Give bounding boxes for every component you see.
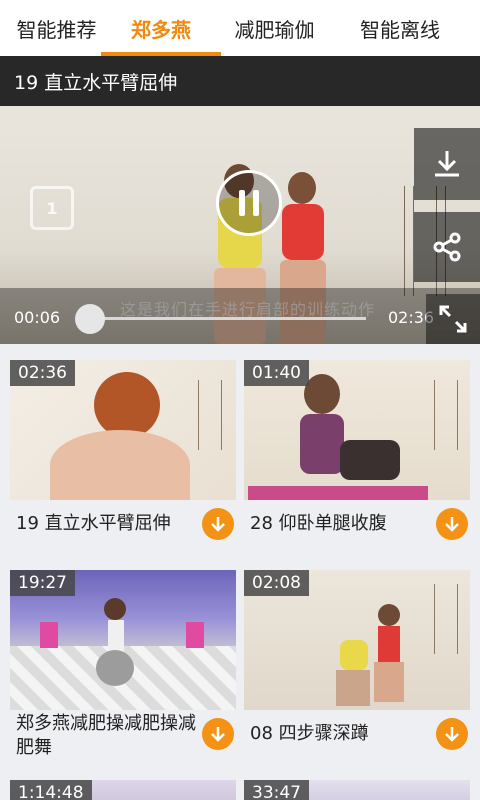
video-duration: 02:36 <box>10 360 75 386</box>
tab-recommend[interactable]: 智能推荐 <box>0 0 113 56</box>
video-thumbnail[interactable]: 1:14:48 <box>10 780 236 800</box>
download-icon[interactable] <box>436 508 468 540</box>
video-duration: 02:08 <box>244 570 309 596</box>
pause-bar <box>253 190 259 216</box>
video-duration: 01:40 <box>244 360 309 386</box>
video-title: 19 直立水平臂屈伸 <box>14 71 178 94</box>
video-title: 郑多燕减肥操减肥操减肥舞 <box>16 713 196 758</box>
tab-yoga[interactable]: 减肥瑜伽 <box>209 0 340 56</box>
video-card[interactable]: 02:36 19 直立水平臂屈伸 <box>10 360 236 556</box>
video-grid: 02:36 19 直立水平臂屈伸 01:40 28 仰卧单腿收腹 19:27 郑… <box>0 344 480 800</box>
tab-offline[interactable]: 智能离线 <box>340 0 460 56</box>
tab-zheng-duoyan[interactable]: 郑多燕 <box>101 0 221 56</box>
pause-bar <box>239 190 245 216</box>
fullscreen-icon[interactable] <box>426 294 480 344</box>
video-thumbnail[interactable]: 02:36 <box>10 360 236 500</box>
player-controls: 00:06 02:36 <box>0 288 480 344</box>
video-thumbnail[interactable]: 02:08 <box>244 570 470 710</box>
video-card[interactable]: 01:40 28 仰卧单腿收腹 <box>244 360 470 556</box>
video-card[interactable]: 19:27 郑多燕减肥操减肥操减肥舞 <box>10 570 236 782</box>
dancer-right-body <box>282 204 324 260</box>
pause-icon[interactable] <box>216 170 282 236</box>
video-title: 28 仰卧单腿收腹 <box>250 513 387 534</box>
current-time: 00:06 <box>14 308 61 327</box>
video-thumbnail[interactable]: 01:40 <box>244 360 470 500</box>
video-thumbnail[interactable]: 19:27 <box>10 570 236 710</box>
video-title-bar: 19 直立水平臂屈伸 <box>0 56 480 106</box>
download-icon[interactable] <box>414 128 480 200</box>
video-title: 19 直立水平臂屈伸 <box>16 513 171 534</box>
video-title: 08 四步骤深蹲 <box>250 723 369 744</box>
video-thumbnail[interactable]: 33:47 <box>244 780 470 800</box>
progress-thumb[interactable] <box>74 304 105 334</box>
video-duration: 19:27 <box>10 570 75 596</box>
video-card[interactable]: 1:14:48 <box>10 780 236 800</box>
video-duration: 33:47 <box>244 780 309 800</box>
download-icon[interactable] <box>202 718 234 750</box>
dancer-right-head <box>288 172 316 204</box>
download-icon[interactable] <box>202 508 234 540</box>
category-tabs: 智能推荐 郑多燕 减肥瑜伽 智能离线 <box>0 0 480 56</box>
share-icon[interactable] <box>414 212 480 282</box>
video-duration: 1:14:48 <box>10 780 92 800</box>
video-card[interactable]: 33:47 <box>244 780 470 800</box>
video-card[interactable]: 02:08 08 四步骤深蹲 <box>244 570 470 782</box>
progress-track[interactable] <box>78 317 366 320</box>
video-player[interactable]: 19 直立水平臂屈伸 1 这是我们在手进行肩部的训练动作 00:06 02:36 <box>0 56 480 344</box>
overlay-vertical-text <box>404 186 414 296</box>
rotate-1-icon[interactable]: 1 <box>30 186 74 230</box>
download-icon[interactable] <box>436 718 468 750</box>
